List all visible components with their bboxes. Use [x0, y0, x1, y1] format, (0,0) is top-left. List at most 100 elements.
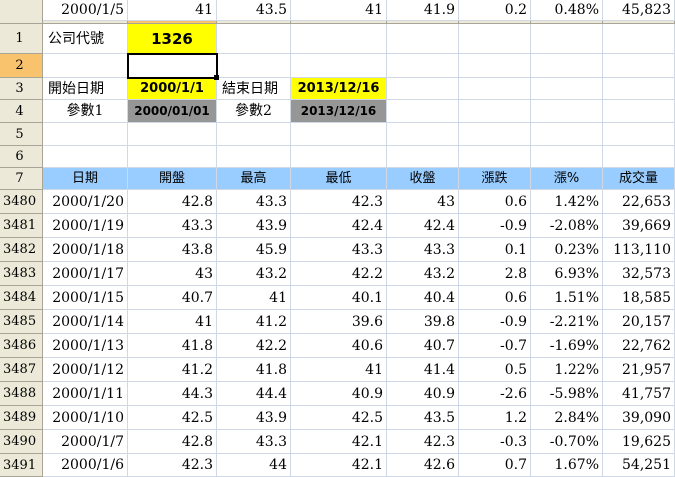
- table-cell[interactable]: 2000/1/17: [43, 262, 128, 286]
- grid-cell[interactable]: [128, 123, 217, 146]
- table-cell[interactable]: 42.2: [217, 334, 291, 358]
- grid-cell[interactable]: [603, 54, 675, 78]
- table-cell[interactable]: 22,653: [603, 190, 675, 214]
- table-cell[interactable]: 2000/1/11: [43, 382, 128, 406]
- table-cell[interactable]: 21,957: [603, 358, 675, 382]
- table-cell[interactable]: 42.3: [387, 430, 459, 454]
- table-cell[interactable]: 18,585: [603, 286, 675, 310]
- table-cell[interactable]: 54,251: [603, 454, 675, 477]
- grid-cell[interactable]: [387, 100, 459, 123]
- table-cell[interactable]: 43.5: [387, 406, 459, 430]
- grid-cell[interactable]: [43, 54, 128, 78]
- end-date-value[interactable]: 2013/12/16: [291, 78, 387, 100]
- table-header-cell[interactable]: 漲%: [531, 168, 603, 190]
- table-cell[interactable]: 1.67%: [531, 454, 603, 477]
- table-cell[interactable]: 0.6: [459, 190, 531, 214]
- table-cell[interactable]: -0.9: [459, 310, 531, 334]
- row-header-3480[interactable]: 3480: [0, 190, 43, 214]
- table-cell[interactable]: 41.9: [387, 0, 459, 21]
- table-cell[interactable]: 43.9: [217, 214, 291, 238]
- grid-cell[interactable]: [531, 54, 603, 78]
- table-cell[interactable]: 41.2: [217, 310, 291, 334]
- table-header-cell[interactable]: 日期: [43, 168, 128, 190]
- grid-cell[interactable]: [387, 123, 459, 146]
- company-code-label[interactable]: 公司代號: [43, 24, 128, 54]
- table-cell[interactable]: 41: [128, 0, 217, 21]
- table-cell[interactable]: 1.42%: [531, 190, 603, 214]
- table-cell[interactable]: 42.4: [291, 214, 387, 238]
- grid-cell[interactable]: [217, 146, 291, 168]
- row-header-3487[interactable]: 3487: [0, 358, 43, 382]
- company-code-value[interactable]: 1326: [128, 24, 217, 54]
- table-cell[interactable]: 20,157: [603, 310, 675, 334]
- table-cell[interactable]: 41: [291, 0, 387, 21]
- table-cell[interactable]: -1.69%: [531, 334, 603, 358]
- table-cell[interactable]: 40.7: [387, 334, 459, 358]
- table-cell[interactable]: 43.3: [217, 430, 291, 454]
- grid-cell[interactable]: [603, 146, 675, 168]
- row-header-7[interactable]: 7: [0, 168, 43, 190]
- table-cell[interactable]: 42.5: [291, 406, 387, 430]
- table-cell[interactable]: 43.2: [217, 262, 291, 286]
- row-header-3481[interactable]: 3481: [0, 214, 43, 238]
- row-header-3488[interactable]: 3488: [0, 382, 43, 406]
- table-cell[interactable]: 42.5: [128, 406, 217, 430]
- row-header-3483[interactable]: 3483: [0, 262, 43, 286]
- table-cell[interactable]: -0.7: [459, 334, 531, 358]
- grid-cell[interactable]: [128, 54, 217, 78]
- row-header-4[interactable]: 4: [0, 100, 43, 123]
- table-cell[interactable]: 40.9: [291, 382, 387, 406]
- row-header-5[interactable]: 5: [0, 123, 43, 146]
- param2-value[interactable]: 2013/12/16: [291, 100, 387, 123]
- grid-cell[interactable]: [43, 123, 128, 146]
- table-cell[interactable]: 40.6: [291, 334, 387, 358]
- grid-cell[interactable]: [387, 146, 459, 168]
- select-all-corner[interactable]: [0, 0, 43, 24]
- table-header-cell[interactable]: 漲跌: [459, 168, 531, 190]
- table-cell[interactable]: 1.51%: [531, 286, 603, 310]
- table-cell[interactable]: 39,669: [603, 214, 675, 238]
- table-cell[interactable]: 42.3: [128, 454, 217, 477]
- table-cell[interactable]: 41.8: [128, 334, 217, 358]
- table-cell[interactable]: 40.1: [291, 286, 387, 310]
- end-date-label[interactable]: 結束日期: [217, 78, 291, 100]
- table-cell[interactable]: 1.22%: [531, 358, 603, 382]
- table-cell[interactable]: 42.3: [291, 190, 387, 214]
- grid-cell[interactable]: [217, 123, 291, 146]
- grid-cell[interactable]: [531, 100, 603, 123]
- table-cell[interactable]: 22,762: [603, 334, 675, 358]
- grid-cell[interactable]: [459, 54, 531, 78]
- row-header-6[interactable]: 6: [0, 146, 43, 168]
- table-cell[interactable]: 1.2: [459, 406, 531, 430]
- grid-cell[interactable]: [128, 146, 217, 168]
- table-cell[interactable]: 40.4: [387, 286, 459, 310]
- table-cell[interactable]: 42.2: [291, 262, 387, 286]
- table-cell[interactable]: 42.6: [387, 454, 459, 477]
- start-date-value[interactable]: 2000/1/1: [128, 78, 217, 100]
- table-cell[interactable]: -0.70%: [531, 430, 603, 454]
- table-cell[interactable]: 0.6: [459, 286, 531, 310]
- grid-cell[interactable]: [217, 24, 291, 54]
- table-cell[interactable]: 2000/1/10: [43, 406, 128, 430]
- table-cell[interactable]: 44.3: [128, 382, 217, 406]
- table-cell[interactable]: 0.7: [459, 454, 531, 477]
- grid-cell[interactable]: [459, 123, 531, 146]
- table-cell[interactable]: 43: [128, 262, 217, 286]
- table-cell[interactable]: 41.8: [217, 358, 291, 382]
- grid-cell[interactable]: [459, 78, 531, 100]
- grid-cell[interactable]: [387, 54, 459, 78]
- table-cell[interactable]: 0.1: [459, 238, 531, 262]
- table-cell[interactable]: 2000/1/15: [43, 286, 128, 310]
- row-header-3489[interactable]: 3489: [0, 406, 43, 430]
- table-cell[interactable]: 42.1: [291, 454, 387, 477]
- table-cell[interactable]: 43.8: [128, 238, 217, 262]
- start-date-label[interactable]: 開始日期: [43, 78, 128, 100]
- grid-cell[interactable]: [459, 24, 531, 54]
- grid-cell[interactable]: [291, 146, 387, 168]
- grid-cell[interactable]: [291, 54, 387, 78]
- row-header-3486[interactable]: 3486: [0, 334, 43, 358]
- fill-handle[interactable]: [214, 75, 219, 80]
- grid-cell[interactable]: [531, 78, 603, 100]
- grid-cell[interactable]: [603, 78, 675, 100]
- table-cell[interactable]: 113,110: [603, 238, 675, 262]
